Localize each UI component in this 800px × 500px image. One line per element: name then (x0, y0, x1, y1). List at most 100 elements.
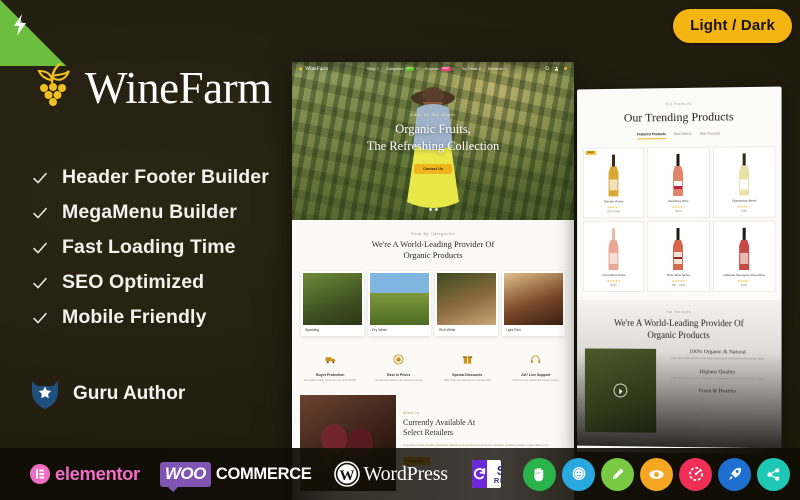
product-card[interactable]: SALE Danube Vinhos ★★★★☆ $120 $100 (582, 147, 645, 219)
product-name: Rose Wine Series (666, 272, 691, 277)
product-price: $100 (675, 209, 682, 213)
category-image (504, 272, 563, 325)
wordpress-logo: W WordPress (333, 461, 448, 487)
play-icon[interactable] (613, 383, 628, 398)
product-name: Red Rose Wine (668, 198, 689, 204)
product-card[interactable]: Chardonnay Barrel ★★★★☆ $150 (712, 146, 776, 218)
hero-cta-button[interactable]: Contact Us (413, 164, 453, 174)
tab-best-sellers[interactable]: Best Sellers (674, 132, 692, 139)
user-icon[interactable] (554, 66, 559, 71)
product-image (586, 151, 642, 197)
hero-title-line2: The Refreshing Collection (366, 138, 500, 153)
wine-bottle-icon (738, 153, 750, 196)
product-price: $140 (610, 283, 617, 287)
rocket-icon[interactable] (718, 457, 751, 491)
category-card[interactable]: Rich White (435, 270, 498, 336)
product-card[interactable]: Red Rose Wine ★★★★☆ $100 (647, 146, 710, 218)
mockup-logo[interactable]: WineFarm (298, 66, 328, 72)
nav-item-top-deals[interactable]: Top Deals ˅ (461, 67, 481, 71)
main-website-mockup[interactable]: WineFarm Shop ˅ Categories HOT ˅ Products NE… (292, 62, 574, 500)
elementor-logo: elementor (30, 463, 140, 485)
service-block: 100% Organic & Natural Lorem ipsum dolor… (662, 349, 773, 362)
service-title: Buyer Protection (316, 372, 345, 377)
product-price: $150 (740, 209, 748, 213)
pen-icon[interactable] (601, 457, 634, 491)
hand-icon[interactable] (523, 457, 556, 491)
feature-label: SEO Optimized (62, 271, 205, 293)
product-card[interactable]: Crest Olives Dolce ★★★★★ $140 (582, 220, 645, 292)
category-card[interactable]: Dry White (368, 270, 431, 336)
top-services-section: Top Services We're A World-Leading Provi… (577, 299, 782, 449)
nav-badge-new: NEW (440, 66, 451, 71)
nav-item-products[interactable]: Products NEW ˅ (425, 66, 454, 71)
hero-title-line1: Organic Fruits, (395, 122, 471, 136)
trending-eyebrow: Top Products (665, 101, 692, 107)
elementor-label: elementor (55, 463, 140, 484)
service-block: Highest Quality Lorem ipsum dolor sit am… (662, 369, 773, 382)
category-image (303, 272, 362, 325)
eye-icon[interactable] (640, 457, 673, 491)
product-name: Cabernet Sauvignon Rose Wine (723, 272, 765, 277)
service-block: Fresh & Healthy Lorem ipsum dolor sit am… (662, 388, 773, 401)
check-icon (33, 312, 47, 323)
feature-item: Header Footer Builder (32, 160, 269, 195)
trending-title: Our Trending Products (623, 109, 734, 125)
category-name: Light Red (506, 327, 521, 332)
feature-item: MegaMenu Builder (32, 195, 269, 230)
slider-revolution-logo: SLIDER REVOLUTION (471, 460, 501, 488)
dot[interactable] (434, 208, 438, 211)
service-desc: Lorem ipsum dolor sit amet consectetur a… (670, 357, 766, 361)
category-card[interactable]: Light Red (502, 270, 565, 336)
guru-author-badge: Guru Author (28, 378, 185, 410)
check-icon (33, 277, 47, 288)
svg-text:W: W (339, 468, 354, 484)
tab-new-products[interactable]: New Products (700, 132, 721, 139)
guru-author-label: Guru Author (73, 383, 186, 404)
light-dark-toggle[interactable]: Light / Dark (673, 9, 792, 43)
product-name: Crest Olives Dolce (601, 272, 626, 277)
services-list: 100% Organic & Natural Lorem ipsum dolor… (662, 349, 773, 434)
dot[interactable] (428, 208, 432, 211)
tab-featured-products[interactable]: Featured Products (637, 132, 667, 140)
chat-smiley-icon[interactable] (562, 457, 595, 491)
feature-label: Mobile Friendly (62, 306, 207, 328)
speedometer-icon[interactable] (679, 457, 712, 491)
nav-item-shop[interactable]: Shop ˅ (367, 67, 379, 71)
cart-icon[interactable] (563, 66, 568, 71)
product-card[interactable]: Cabernet Sauvignon Rose Wine ★★★★☆ $110 (712, 220, 776, 292)
product-image (650, 225, 706, 271)
nav-item-elements[interactable]: Elements ˅ (488, 67, 507, 71)
product-rating: ★★★★☆ (737, 204, 751, 209)
wine-bottle-icon (608, 227, 619, 270)
feature-label: Header Footer Builder (62, 166, 269, 188)
category-card[interactable]: Sparkling (301, 270, 364, 336)
woocommerce-label: COMMERCE (215, 464, 312, 483)
category-name: Dry White (372, 327, 387, 332)
slider-revolution-text: SLIDER REVOLUTION (487, 464, 501, 485)
service-title: Fresh & Healthy (698, 388, 737, 395)
categories-title: We're A World-Leading Provider Of Organi… (371, 239, 495, 261)
products-website-mockup[interactable]: Top Products Our Trending Products Featu… (577, 86, 782, 455)
mockup-logo-text: WineFarm (305, 65, 329, 72)
product-rating: ★★★★★ (671, 278, 686, 283)
service-desc: Offer of the best deal each a surprise o… (443, 378, 491, 382)
service-item: Buyer Protection Free 100% money refund … (298, 354, 363, 383)
services-video-thumb[interactable] (584, 348, 657, 434)
feature-item: Fast Loading Time (32, 230, 269, 265)
about-eyebrow: About us (403, 410, 420, 415)
service-desc: Lorem ipsum dolor sit amet consectetur a… (670, 395, 766, 400)
category-name: Sparkling (305, 327, 320, 332)
search-icon[interactable] (545, 66, 550, 71)
wine-bottle-icon (738, 227, 750, 270)
share-icon[interactable] (757, 457, 790, 491)
product-image (650, 151, 706, 197)
nav-item-categories[interactable]: Categories HOT ˅ (386, 66, 418, 71)
hero-slider-dots[interactable] (292, 198, 574, 216)
mockup-nav-icons[interactable] (545, 66, 568, 71)
elementor-icon (30, 464, 50, 484)
mockup-navbar[interactable]: WineFarm Shop ˅ Categories HOT ˅ Products NE… (292, 62, 574, 75)
service-item: Special Discounts Offer of the best deal… (435, 354, 500, 383)
feature-icon-circles (523, 457, 790, 491)
product-card[interactable]: Rose Wine Series ★★★★★ $90 – $130 (647, 220, 710, 292)
mockup-nav-items[interactable]: Shop ˅ Categories HOT ˅ Products NEW ˅ Top De… (367, 66, 507, 71)
